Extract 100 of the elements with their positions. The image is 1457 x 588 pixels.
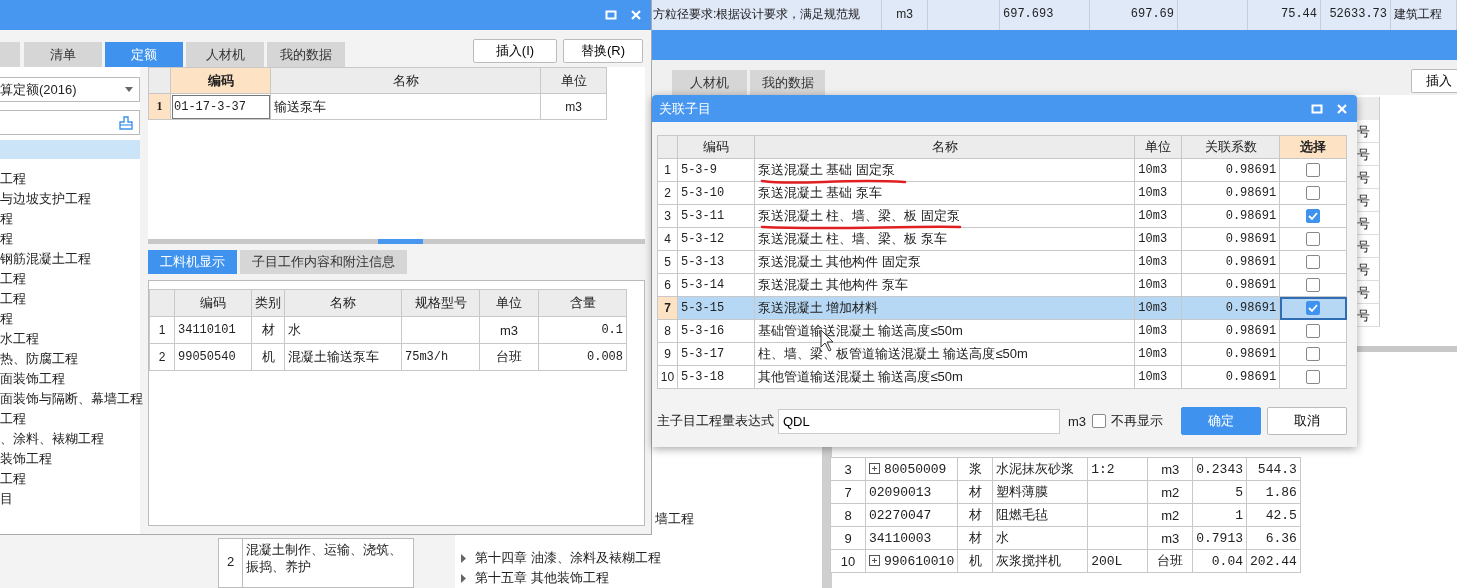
column-header: 单位 xyxy=(479,289,539,317)
table-cell: 泵送混凝土 柱、墙、梁、板 泵车 xyxy=(754,227,1135,251)
tab[interactable]: 子目工作内容和附注信息 xyxy=(240,250,407,274)
checkbox[interactable] xyxy=(1306,232,1321,247)
table-cell: 34110101 xyxy=(174,316,252,344)
table-row[interactable]: 1 5-3-9 泵送混凝土 基础 固定泵 10m3 0.98691 xyxy=(657,158,1347,182)
cancel-button[interactable]: 取消 xyxy=(1267,407,1347,435)
column-header: 编码 xyxy=(677,135,755,159)
column-header: 名称 xyxy=(270,67,541,94)
tree-item[interactable]: 水工程 xyxy=(0,329,140,349)
checkbox[interactable] xyxy=(1306,324,1321,339)
table-cell: 0.98691 xyxy=(1181,204,1280,228)
column-header: 编码 xyxy=(170,67,271,94)
checkbox[interactable] xyxy=(1092,414,1107,428)
row-number: 7 xyxy=(830,480,866,504)
field-label: 主子目工程量表达式 xyxy=(657,412,774,430)
insert-button[interactable]: 插入(I) xyxy=(473,38,557,63)
checkbox[interactable] xyxy=(1306,347,1321,362)
expand-icon[interactable] xyxy=(869,462,880,474)
table-cell: 0.98691 xyxy=(1181,342,1280,366)
tree-item[interactable]: 工程 xyxy=(0,409,140,429)
tree-item[interactable]: 目 xyxy=(0,489,140,509)
dropdown-caret-icon[interactable] xyxy=(125,87,133,92)
unit-label: m3 xyxy=(1068,413,1087,429)
table-cell[interactable]: 01-17-3-37 xyxy=(170,93,271,120)
tree-item[interactable]: 程 xyxy=(0,229,140,249)
checkbox[interactable] xyxy=(1306,186,1321,201)
tree-item[interactable]: 工程 xyxy=(0,469,140,489)
tree-item[interactable]: 工程 xyxy=(0,289,140,309)
tree-item[interactable]: 墙工程 xyxy=(655,510,694,528)
close-icon[interactable] xyxy=(630,9,642,21)
search-field[interactable] xyxy=(0,110,140,135)
maximize-icon[interactable] xyxy=(1311,102,1323,115)
table-cell: m3 xyxy=(540,93,607,120)
tree-item[interactable]: 热、防腐工程 xyxy=(0,349,140,369)
table-cell: 10m3 xyxy=(1134,342,1182,366)
tree-item[interactable]: 第十四章 油漆、涂料及裱糊工程 xyxy=(475,549,661,567)
tree-item[interactable]: 工程 xyxy=(0,169,140,189)
table-cell: 5-3-18 xyxy=(677,365,755,389)
table-cell: 5-3-17 xyxy=(677,342,755,366)
tree-item[interactable]: 工程 xyxy=(0,269,140,289)
library-dropdown[interactable]: 算定额(2016) xyxy=(0,77,140,102)
table-row[interactable]: 6 5-3-14 泵送混凝土 其他构件 泵车 10m3 0.98691 xyxy=(657,273,1347,297)
expand-arrow-icon[interactable] xyxy=(460,553,467,563)
row-number: 8 xyxy=(830,503,866,527)
checkbox[interactable] xyxy=(1306,163,1321,178)
checkbox[interactable] xyxy=(1306,370,1321,385)
tab[interactable]: 人材机 xyxy=(672,70,747,95)
checkbox[interactable] xyxy=(1306,301,1321,316)
table-cell: 10m3 xyxy=(1134,204,1182,228)
table-row[interactable]: 9 5-3-17 柱、墙、梁、板管道输送混凝土 输送高度≤50m 10m3 0.98691 xyxy=(657,342,1347,366)
tree-item[interactable]: 第十五章 其他装饰工程 xyxy=(475,569,609,587)
expression-field[interactable]: QDL xyxy=(778,408,1060,434)
table-cell: 0.008 xyxy=(538,343,627,371)
replace-button[interactable]: 替换(R) xyxy=(563,38,643,63)
tree-item[interactable]: 程 xyxy=(0,209,140,229)
table-cell: 99050540 xyxy=(174,343,252,371)
table-cell: 0.98691 xyxy=(1181,227,1280,251)
table-cell: 其他管道输送混凝土 输送高度≤50m xyxy=(754,365,1135,389)
row-number: 10 xyxy=(657,365,678,389)
table-cell: 机 xyxy=(251,343,285,371)
table-cell: 材 xyxy=(251,316,285,344)
table-cell: 0.98691 xyxy=(1181,365,1280,389)
dialog-title: 关联子目 xyxy=(659,99,712,118)
checkbox[interactable] xyxy=(1306,255,1321,270)
expand-arrow-icon[interactable] xyxy=(460,573,467,583)
table-cell: 泵送混凝土 其他构件 固定泵 xyxy=(754,250,1135,274)
tree-item[interactable]: 、涂料、裱糊工程 xyxy=(0,429,140,449)
tree-item[interactable]: 面装饰工程 xyxy=(0,369,140,389)
tree-item[interactable]: 程 xyxy=(0,309,140,329)
row-number: 1 xyxy=(149,316,175,344)
table-row[interactable]: 4 5-3-12 泵送混凝土 柱、墙、梁、板 泵车 10m3 0.98691 xyxy=(657,227,1347,251)
row-number: 9 xyxy=(657,342,678,366)
checkbox[interactable] xyxy=(1306,209,1321,224)
tree-item[interactable]: 钢筋混凝土工程 xyxy=(0,249,140,269)
table-row[interactable]: 5 5-3-13 泵送混凝土 其他构件 固定泵 10m3 0.98691 xyxy=(657,250,1347,274)
table-row[interactable]: 7 5-3-15 泵送混凝土 增加材料 10m3 0.98691 xyxy=(657,296,1347,320)
tree-item[interactable]: 装饰工程 xyxy=(0,449,140,469)
tree-item[interactable]: 与边坡支护工程 xyxy=(0,189,140,209)
table-row[interactable]: 10 5-3-18 其他管道输送混凝土 输送高度≤50m 10m3 0.98691 xyxy=(657,365,1347,389)
checkbox-label: 不再显示 xyxy=(1111,412,1164,430)
tab[interactable]: 我的数据 xyxy=(267,42,345,67)
maximize-icon[interactable] xyxy=(605,9,617,21)
table-cell: m3 xyxy=(1147,457,1193,481)
tab[interactable]: 人材机 xyxy=(186,42,264,67)
insert-button[interactable]: 插入 xyxy=(1411,69,1457,93)
tab[interactable]: 清单 xyxy=(24,42,102,67)
table-cell: 5-3-14 xyxy=(677,273,755,297)
close-icon[interactable] xyxy=(1336,102,1348,115)
tab[interactable]: 我的数据 xyxy=(750,70,825,95)
table-row[interactable]: 2 5-3-10 泵送混凝土 基础 泵车 10m3 0.98691 xyxy=(657,181,1347,205)
table-cell: 泵送混凝土 其他构件 泵车 xyxy=(754,273,1135,297)
broom-icon[interactable] xyxy=(119,115,133,130)
checkbox[interactable] xyxy=(1306,278,1321,293)
table-cell: 10m3 xyxy=(1134,365,1182,389)
table-cell: 5-3-11 xyxy=(677,204,755,228)
column-header: 含量 xyxy=(538,289,627,317)
table-row[interactable]: 3 5-3-11 泵送混凝土 柱、墙、梁、板 固定泵 10m3 0.98691 xyxy=(657,204,1347,228)
row-number: 8 xyxy=(657,319,678,343)
expand-icon[interactable] xyxy=(869,554,880,566)
